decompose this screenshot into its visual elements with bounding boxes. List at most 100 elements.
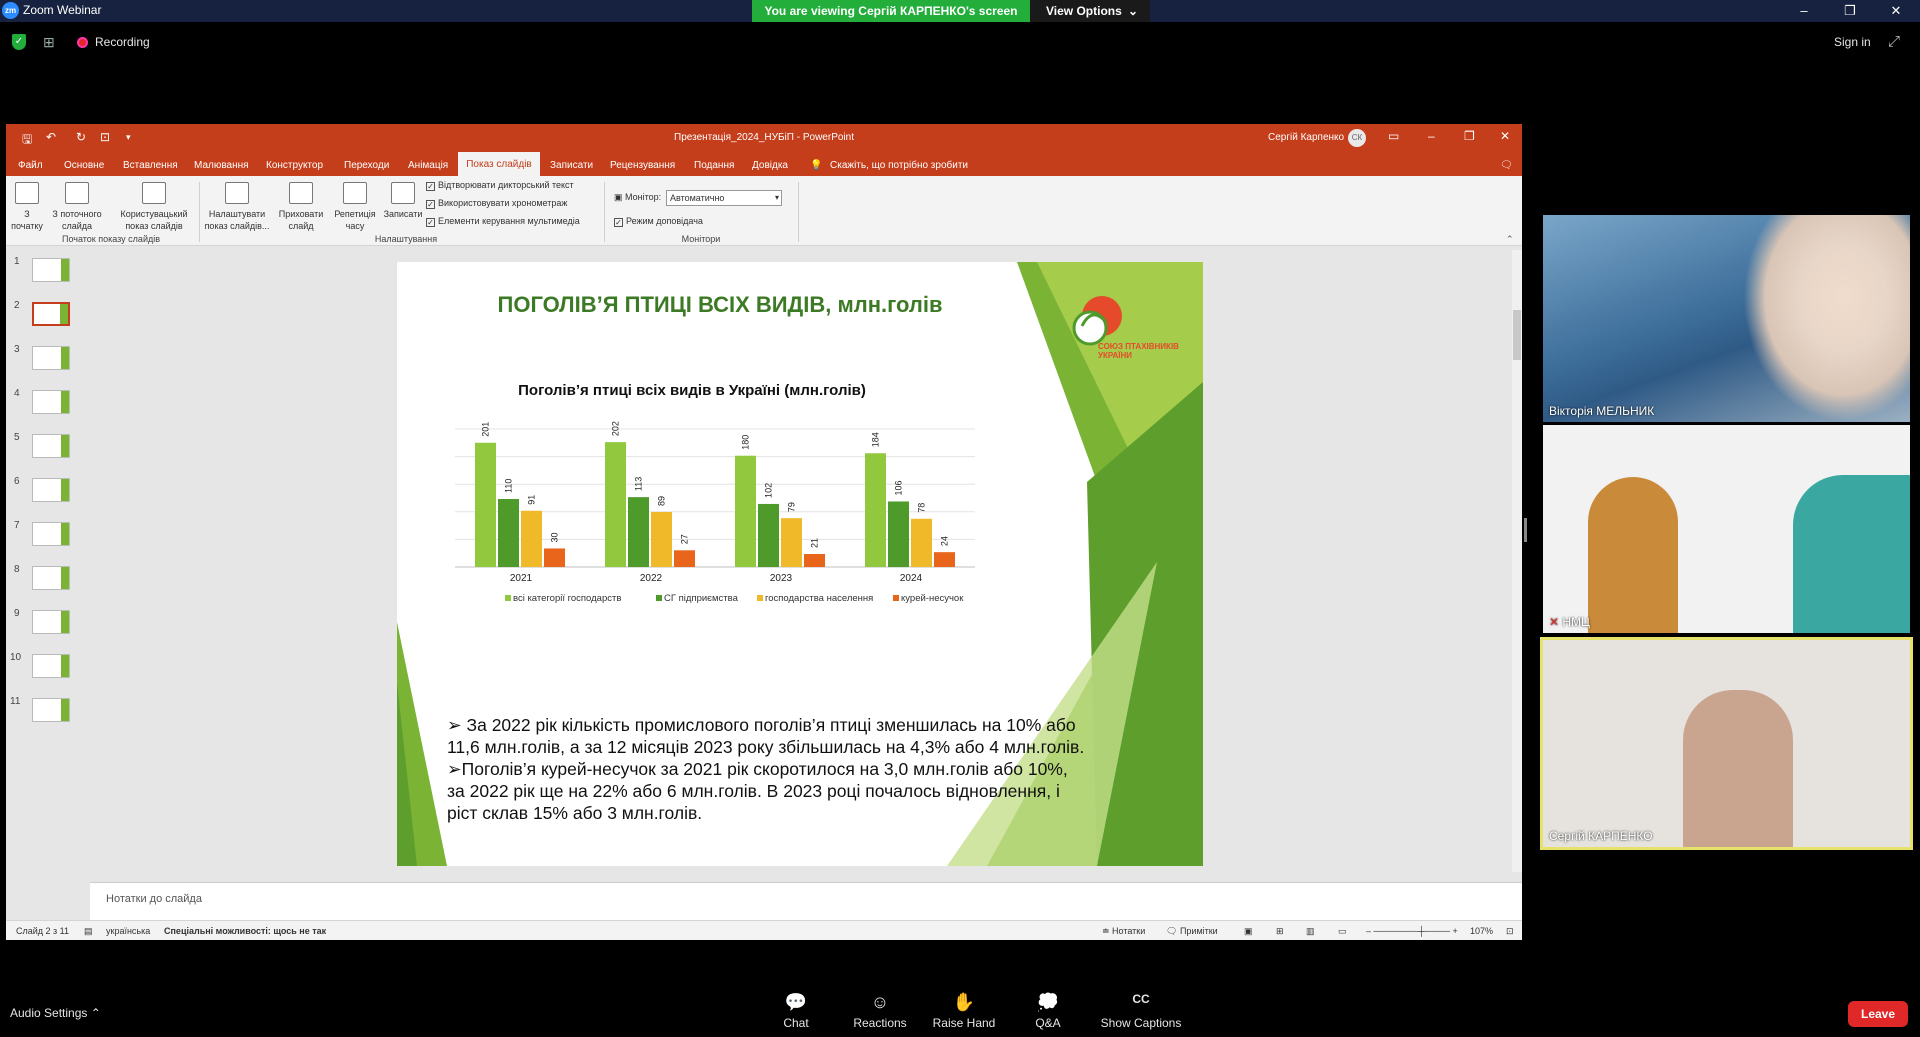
raise-hand-icon: ✋	[952, 992, 976, 1012]
zoom-level[interactable]: 107%	[1470, 926, 1493, 936]
ppt-user-name[interactable]: Сергій Карпенко	[1268, 132, 1344, 143]
sign-in-link[interactable]: Sign in	[1834, 35, 1871, 49]
gallery-grid-icon[interactable]: ⊞	[43, 34, 59, 50]
x-tick-label: 2022	[640, 573, 663, 584]
fit-slide-icon[interactable]: ⊡	[1506, 926, 1514, 937]
legend-label: СГ підприємства	[664, 593, 739, 604]
leave-button[interactable]: Leave	[1848, 1001, 1908, 1027]
tab-help[interactable]: Довідка	[752, 160, 788, 171]
from-beginning-button[interactable]: З початку	[10, 182, 44, 232]
collapse-ribbon-icon[interactable]: ⌃	[1506, 234, 1514, 245]
active-speaker-tile[interactable]: Сергій КАРПЕНКО	[1540, 637, 1913, 850]
record-button[interactable]: Записати	[380, 182, 426, 220]
checkbox-checked-icon: ✓	[426, 218, 435, 227]
close-button[interactable]: ✕	[1878, 0, 1914, 22]
slide-thumbnail[interactable]	[32, 522, 70, 546]
group-label-start: Початок показу слайдів	[62, 234, 160, 244]
setup-icon	[225, 182, 249, 204]
media-controls-checkbox[interactable]: ✓ Елементи керування мультимедіа	[426, 216, 580, 227]
show-captions-button[interactable]: CC Show Captions	[1096, 992, 1186, 1030]
record-icon	[391, 182, 415, 204]
checkbox-checked-icon: ✓	[426, 200, 435, 209]
narration-checkbox[interactable]: ✓ Відтворювати дикторський текст	[426, 180, 574, 191]
slide-thumbnail[interactable]	[32, 566, 70, 590]
panel-resize-handle[interactable]	[1524, 518, 1527, 542]
bar	[628, 497, 649, 567]
reactions-button[interactable]: ☺ Reactions	[840, 992, 920, 1030]
slide-thumbnail[interactable]	[32, 478, 70, 502]
presenter-view-checkbox[interactable]: ✓ Режим доповідача	[614, 216, 703, 227]
tab-home[interactable]: Основне	[64, 160, 104, 171]
slide-thumbnail[interactable]	[32, 610, 70, 634]
slide-sorter-icon[interactable]: ⊞	[1276, 926, 1284, 937]
vertical-scrollbar[interactable]	[1512, 250, 1522, 872]
participant-video	[1588, 477, 1678, 633]
normal-view-icon[interactable]: ▣	[1244, 926, 1253, 937]
video-tile[interactable]: Вікторія МЕЛЬНИК	[1543, 215, 1910, 422]
data-label: 180	[741, 435, 751, 450]
timings-checkbox[interactable]: ✓ Використовувати хронометраж	[426, 198, 567, 209]
rehearse-timings-button[interactable]: Репетиція часу	[332, 182, 378, 232]
slide-thumbnail[interactable]	[32, 346, 70, 370]
tab-draw[interactable]: Малювання	[194, 160, 249, 171]
view-options-button[interactable]: View Options ⌄	[1030, 0, 1150, 22]
slideshow-view-icon[interactable]: ▭	[1338, 926, 1347, 937]
tab-transitions[interactable]: Переходи	[344, 160, 389, 171]
app-title: Zoom Webinar	[23, 3, 102, 17]
monitor-select[interactable]: Автоматично ▾	[666, 190, 782, 206]
scrollbar-thumb[interactable]	[1513, 310, 1521, 360]
language-indicator[interactable]: українська	[106, 926, 150, 936]
tell-me-search[interactable]: Скажіть, що потрібно зробити	[830, 160, 968, 171]
raise-hand-button[interactable]: ✋ Raise Hand	[924, 992, 1004, 1030]
custom-slide-show-button[interactable]: Користувацький показ слайдів	[116, 182, 192, 232]
restore-button[interactable]: ❐	[1832, 0, 1868, 22]
hide-slide-button[interactable]: Приховати слайд	[276, 182, 326, 232]
slide-thumbnail[interactable]	[32, 390, 70, 414]
reading-view-icon[interactable]: ▥	[1306, 926, 1315, 937]
video-tile[interactable]: ✕ НМЦ	[1543, 425, 1910, 633]
tab-review[interactable]: Рецензування	[610, 160, 675, 171]
tab-record[interactable]: Записати	[550, 160, 593, 171]
tab-design[interactable]: Конструктор	[266, 160, 323, 171]
group-label-monitors: Монітори	[681, 234, 721, 244]
slide-canvas[interactable]: ПОГОЛІВ’Я ПТИЦІ ВСІХ ВИДІВ, млн.голів СО…	[397, 262, 1203, 866]
slide-thumbnail[interactable]	[32, 654, 70, 678]
slide-number: 11	[10, 696, 21, 707]
security-shield-icon[interactable]: ✓	[12, 34, 26, 50]
bar	[605, 442, 626, 567]
tab-animations[interactable]: Анімація	[408, 160, 448, 171]
from-current-slide-button[interactable]: З поточного слайда	[50, 182, 104, 232]
viewing-banner: You are viewing Сергій КАРПЕНКО's screen	[752, 0, 1030, 22]
avatar[interactable]: СК	[1348, 129, 1366, 147]
x-tick-label: 2024	[900, 573, 923, 584]
comments-icon[interactable]: 🗨	[1500, 160, 1513, 171]
qa-button[interactable]: 💭 Q&A	[1008, 992, 1088, 1030]
ribbon-separator	[604, 182, 605, 242]
comments-toggle[interactable]: 🗨 Примітки	[1166, 926, 1218, 937]
slide-thumbnail-selected[interactable]	[32, 302, 70, 326]
slide-thumbnail[interactable]	[32, 258, 70, 282]
ribbon-display-icon[interactable]: ▭	[1388, 129, 1399, 143]
tab-slide-show[interactable]: Показ слайдів	[458, 152, 540, 176]
minimize-button[interactable]: –	[1786, 0, 1822, 22]
stopwatch-icon	[343, 182, 367, 204]
slide-thumbnail[interactable]	[32, 698, 70, 722]
fullscreen-icon[interactable]: ⤢	[1888, 33, 1900, 50]
ppt-minimize-button[interactable]: –	[1428, 129, 1435, 143]
spellcheck-icon[interactable]: ▤	[84, 926, 93, 937]
data-label: 110	[504, 479, 514, 493]
slide-thumbnail[interactable]	[32, 434, 70, 458]
setup-slide-show-button[interactable]: Налаштувати показ слайдів...	[204, 182, 270, 232]
notes-toggle[interactable]: ≐ Нотатки	[1102, 926, 1145, 937]
tab-insert[interactable]: Вставлення	[123, 160, 178, 171]
audio-settings-button[interactable]: Audio Settings ⌃	[10, 1006, 101, 1020]
accessibility-indicator[interactable]: Спеціальні можливості: щось не так	[164, 926, 326, 936]
ppt-close-button[interactable]: ✕	[1500, 129, 1510, 143]
notes-pane[interactable]: Нотатки до слайда	[90, 882, 1522, 920]
zoom-slider[interactable]: – ───────┼──── +	[1366, 926, 1458, 936]
tab-view[interactable]: Подання	[694, 160, 734, 171]
chat-button[interactable]: 💬 Chat	[756, 992, 836, 1030]
data-label: 202	[611, 421, 621, 436]
ppt-maximize-button[interactable]: ❐	[1464, 129, 1475, 143]
tab-file[interactable]: Файл	[18, 160, 43, 171]
